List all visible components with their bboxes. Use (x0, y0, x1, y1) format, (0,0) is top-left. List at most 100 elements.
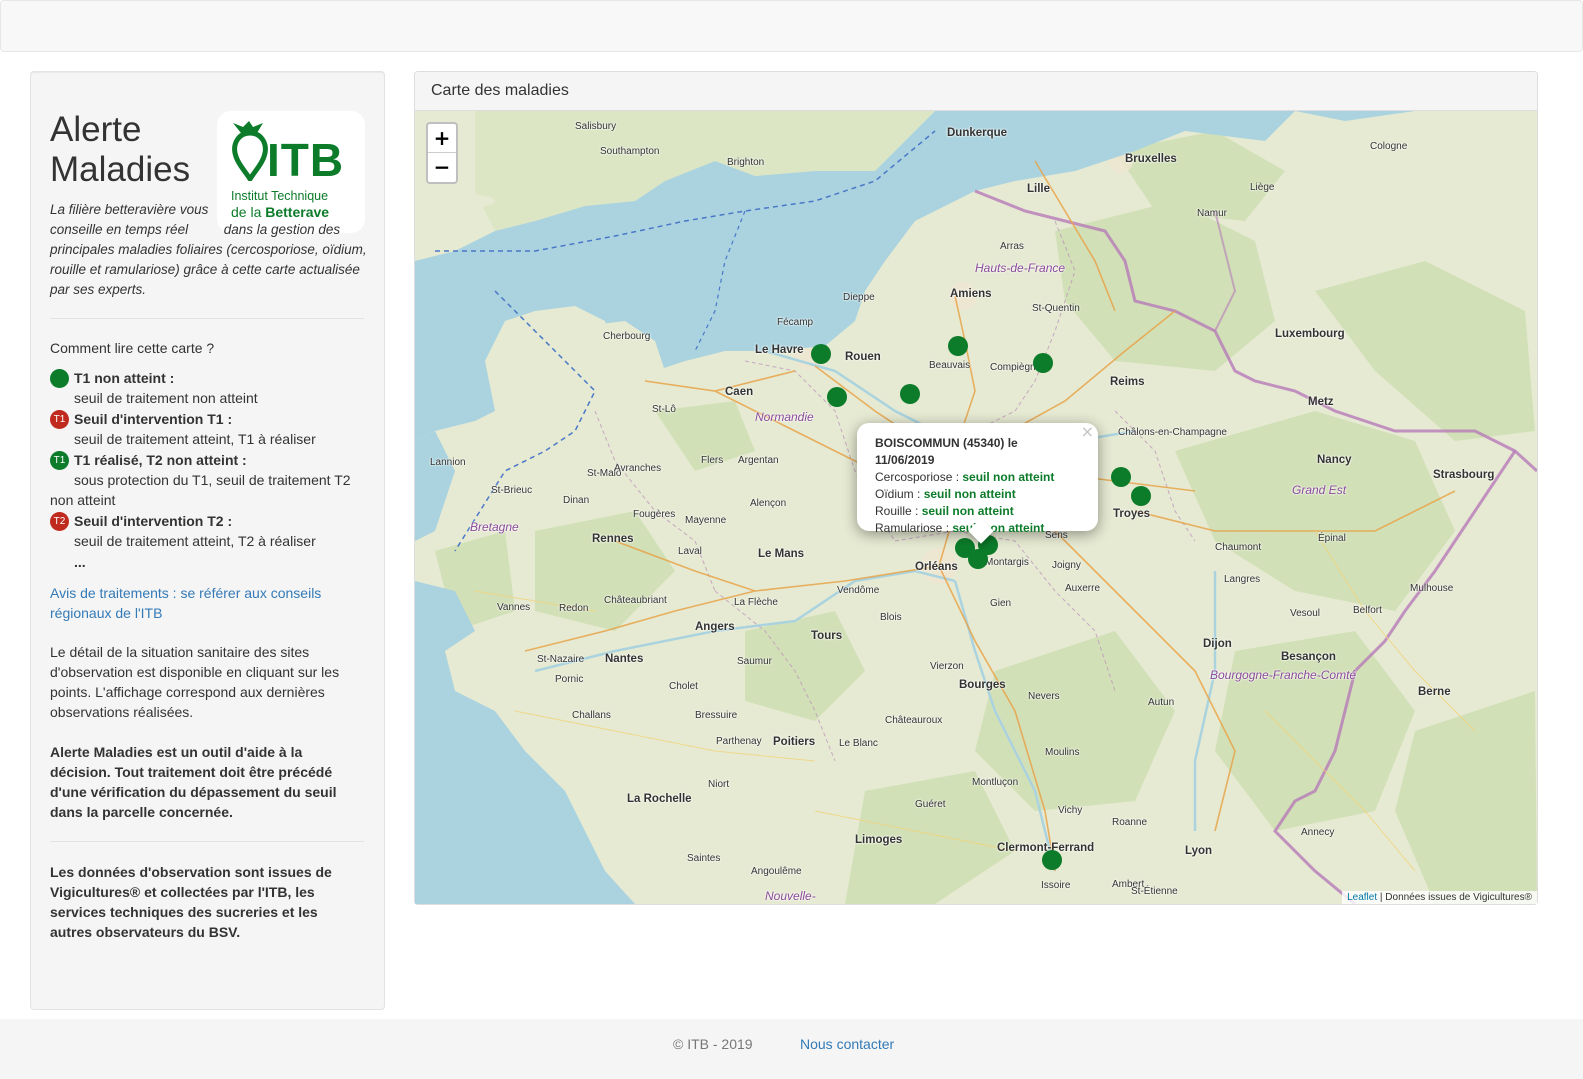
footer: © ITB - 2019 Nous contacter (0, 1019, 1583, 1079)
place-label: Laval (678, 546, 702, 557)
place-label: Cherbourg (603, 331, 651, 342)
legend-title: T1 réalisé, T2 non atteint : (74, 452, 247, 468)
disclaimer-text: Alerte Maladies est un outil d'aide à la… (50, 744, 337, 820)
map-marker[interactable] (968, 549, 988, 569)
place-label: Annecy (1301, 827, 1335, 838)
map-panel: Carte des maladies Le Havre Rouen Amiens… (414, 71, 1538, 905)
popup-row-rouille: Rouille : seuil non atteint (875, 503, 1080, 520)
map-marker[interactable] (948, 336, 968, 356)
place-label: Chaumont (1215, 542, 1262, 553)
map-marker[interactable] (811, 344, 831, 364)
place-label: Montargis (985, 557, 1029, 568)
place-label: Nancy (1317, 454, 1352, 466)
popup-close-button[interactable]: × (1081, 423, 1094, 441)
place-label: Dunkerque (947, 127, 1008, 139)
map-marker[interactable] (827, 387, 847, 407)
region-label: Bourgogne-Franche-Comté (1210, 668, 1357, 682)
intro-text: La filière betteravière vous conseille e… (50, 200, 370, 300)
place-label: Amiens (950, 288, 992, 300)
place-label: Montluçon (972, 777, 1019, 788)
place-label: Troyes (1113, 508, 1151, 520)
map-canvas[interactable]: Le Havre Rouen Amiens Caen Orléans Troye… (415, 111, 1537, 904)
zoom-out-button[interactable]: − (428, 153, 456, 182)
map-marker[interactable] (1131, 486, 1151, 506)
place-label: Challans (572, 710, 611, 721)
map-marker[interactable] (1042, 850, 1062, 870)
map-panel-heading: Carte des maladies (415, 72, 1537, 111)
legend-desc: sous protection du T1, seuil de traiteme… (50, 472, 351, 508)
place-label: Niort (708, 779, 730, 790)
place-label: Dinan (563, 495, 590, 506)
popup-label: Oïdium : (875, 487, 924, 501)
legend-title: Seuil d'intervention T1 : (74, 411, 233, 427)
legend-desc: seuil de traitement non atteint (74, 390, 258, 406)
place-label: Caen (725, 386, 754, 398)
place-label: Orléans (915, 561, 958, 573)
place-label: Vichy (1058, 805, 1083, 816)
place-label: Bruxelles (1125, 153, 1177, 165)
place-label: Argentan (738, 455, 779, 466)
place-label: Namur (1197, 208, 1228, 219)
place-label: La Rochelle (627, 793, 692, 805)
zoom-in-button[interactable]: + (428, 124, 456, 153)
place-label: Vendôme (837, 585, 880, 596)
place-label: Langres (1224, 574, 1261, 585)
popup-row-ramulariose: Ramulariose : seuil non atteint (875, 520, 1080, 537)
place-label: Saintes (687, 853, 721, 864)
sidebar: Alerte Maladies ITB Institut Technique d… (30, 71, 385, 1010)
place-label: Salisbury (575, 121, 617, 132)
place-label: La Flèche (734, 597, 778, 608)
legend-desc: seuil de traitement atteint, T2 à réalis… (74, 533, 316, 549)
place-label: Nantes (605, 653, 644, 665)
place-label: Guéret (915, 799, 946, 810)
region-label: Grand Est (1292, 483, 1347, 497)
popup-label: Ramulariose : (875, 521, 953, 535)
place-label: Vannes (497, 602, 531, 613)
place-label: Tours (811, 630, 843, 642)
contact-link[interactable]: Nous contacter (800, 1036, 894, 1052)
place-label: Dijon (1203, 638, 1232, 650)
legend-item-t2-threshold: T2 Seuil d'intervention T2 : seuil de tra… (50, 511, 370, 551)
place-label: Brighton (727, 157, 765, 168)
leaflet-link[interactable]: Leaflet (1347, 892, 1377, 903)
red-t2-dot-icon: T2 (50, 511, 69, 531)
map-marker[interactable] (1033, 353, 1053, 373)
legend-item-t1-not-reached: T1 non atteint : seuil de traitement non… (50, 368, 370, 408)
legend-title: Seuil d'intervention T2 : (74, 513, 233, 529)
place-label: Châteaubriant (604, 595, 667, 606)
popup-label: Cercosporiose : (875, 470, 963, 484)
attribution-text: | Données issues de Vigicultures® (1377, 892, 1532, 903)
place-label: Châlons-en-Champagne (1118, 427, 1227, 438)
place-label: Blois (880, 612, 902, 623)
place-label: Alençon (750, 498, 787, 509)
detail-text: Le détail de la situation sanitaire des … (50, 644, 340, 720)
place-label: St-Lô (652, 404, 676, 415)
legend-item-t1-done: T1 T1 réalisé, T2 non atteint : sous prot… (50, 450, 370, 510)
place-label: Limoges (855, 834, 903, 846)
intro-text-a: La filière betteravière vous conseille e… (50, 202, 209, 237)
place-label: Fougères (633, 509, 676, 520)
place-label: Joigny (1052, 560, 1081, 571)
place-label: Le Blanc (839, 738, 878, 749)
app-title: Alerte Maladies (50, 110, 191, 189)
popup-row-oidium: Oïdium : seuil non atteint (875, 486, 1080, 503)
map-marker[interactable] (1111, 467, 1131, 487)
legend: T1 non atteint : seuil de traitement non… (50, 368, 370, 572)
map-marker[interactable] (900, 384, 920, 404)
top-navbar (0, 0, 1583, 52)
place-label: Saumur (737, 656, 773, 667)
treatment-advice-link[interactable]: Avis de traitements : se référer aux con… (50, 583, 350, 623)
popup-row-cercosporiose: Cercosporiose : seuil non atteint (875, 469, 1080, 486)
place-label: Metz (1308, 396, 1334, 408)
place-label: Gien (990, 598, 1012, 609)
place-label: Le Mans (758, 548, 805, 560)
place-label: Issoire (1041, 880, 1071, 891)
place-label: Cologne (1370, 141, 1408, 152)
place-label: Berne (1418, 686, 1451, 698)
legend-item-t1-threshold: T1 Seuil d'intervention T1 : seuil de tra… (50, 409, 370, 449)
green-t1-dot-icon: T1 (50, 450, 69, 470)
place-label: Lille (1027, 183, 1051, 195)
howto-heading: Comment lire cette carte ? (50, 340, 215, 356)
place-label: St-Nazaire (537, 654, 585, 665)
place-label: Dieppe (843, 292, 875, 303)
